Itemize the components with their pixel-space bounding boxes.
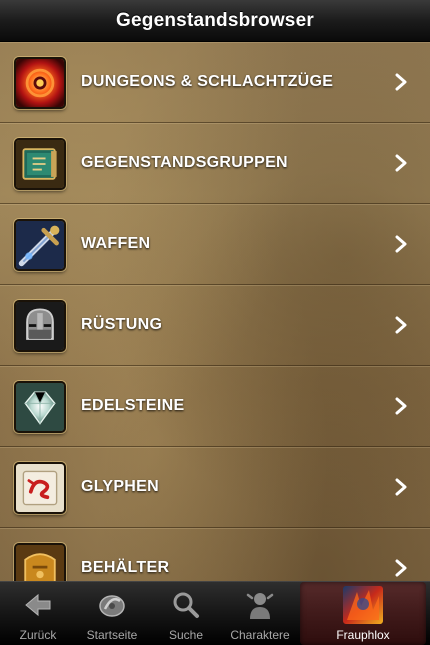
list-item-dungeons[interactable]: DUNGEONS & SCHLACHTZÜGE [0,42,430,123]
tab-label: Suche [168,628,204,642]
tab-label: Frauphlox [336,628,390,642]
chevron-right-icon [394,154,408,172]
list-item-armor[interactable]: RÜSTUNG [0,285,430,366]
chevron-right-icon [394,235,408,253]
chevron-right-icon [394,73,408,91]
tab-label: Charaktere [230,628,290,642]
item-group-book-icon [14,138,66,190]
app-screen: Gegenstandsbrowser DUNGEONS & SCHLACHTZÜ… [0,0,430,645]
chevron-right-icon [394,397,408,415]
list-item-gems[interactable]: EDELSTEINE [0,366,430,447]
weapon-sword-icon [14,219,66,271]
tab-label: Zurück [19,628,57,642]
home-emblem-icon [96,589,128,621]
search-icon [170,589,202,621]
list-item-label: DUNGEONS & SCHLACHTZÜGE [81,73,334,90]
list-item-label: BEHÄLTER [81,559,170,576]
list-item-label: EDELSTEINE [81,397,185,414]
tab-back[interactable]: Zurück [0,582,76,645]
tab-bar: Zurück Startseite Suche Charaktere Fraup… [0,581,430,645]
tab-character-frauphlox[interactable]: Frauphlox [300,582,426,645]
glyph-scroll-icon [14,462,66,514]
chevron-right-icon [394,316,408,334]
tab-search[interactable]: Suche [148,582,224,645]
character-portrait-icon [343,586,383,624]
chevron-right-icon [394,559,408,577]
dungeon-portal-icon [14,57,66,109]
page-title: Gegenstandsbrowser [116,9,314,31]
list-item-label: GLYPHEN [81,478,159,495]
character-icon [244,589,276,621]
gem-icon [14,381,66,433]
list-item-label: GEGENSTANDSGRUPPEN [81,154,288,171]
container-bag-icon [14,543,66,581]
list-item-label: RÜSTUNG [81,316,163,333]
tab-characters[interactable]: Charaktere [224,582,296,645]
chevron-right-icon [394,478,408,496]
tab-label: Startseite [86,628,138,642]
list-item-label: WAFFEN [81,235,151,252]
back-arrow-icon [22,589,54,621]
list-item-containers[interactable]: BEHÄLTER [0,528,430,581]
armor-helmet-icon [14,300,66,352]
navigation-bar: Gegenstandsbrowser [0,0,430,42]
list-item-weapons[interactable]: WAFFEN [0,204,430,285]
tab-home[interactable]: Startseite [76,582,148,645]
list-item-item-groups[interactable]: GEGENSTANDSGRUPPEN [0,123,430,204]
category-list: DUNGEONS & SCHLACHTZÜGE GEGENSTANDSGRUPP… [0,42,430,581]
list-item-glyphs[interactable]: GLYPHEN [0,447,430,528]
